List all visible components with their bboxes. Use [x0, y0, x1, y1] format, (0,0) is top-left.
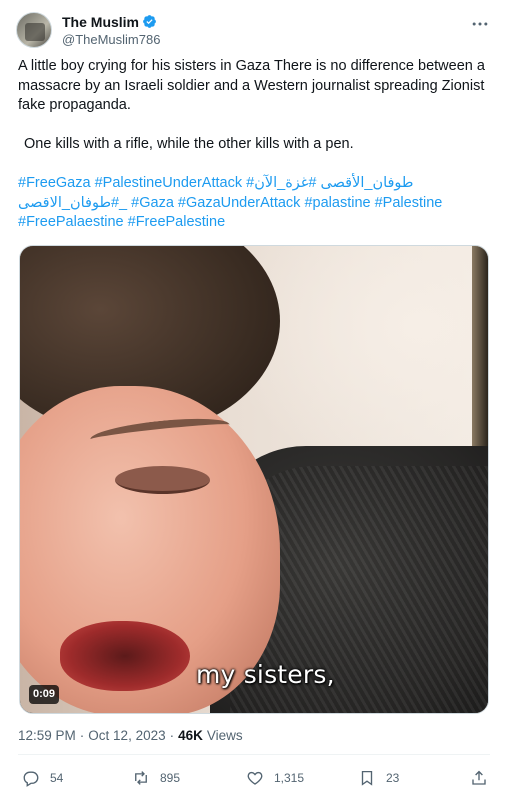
tweet-text: A little boy crying for his sisters in G…: [18, 57, 492, 233]
avatar[interactable]: [16, 12, 52, 48]
repost-button[interactable]: 895: [132, 764, 180, 792]
handle[interactable]: @TheMuslim786: [62, 31, 160, 48]
display-name[interactable]: The Muslim: [62, 14, 139, 30]
tweet-meta: 12:59 PM · Oct 12, 2023 · 46K Views: [18, 728, 243, 743]
verified-badge-icon: [143, 15, 156, 28]
hashtag-link[interactable]: #غزة_الآن: [254, 175, 316, 191]
like-count: 1,315: [274, 771, 305, 785]
more-options-icon[interactable]: [470, 14, 490, 34]
hashtag-link[interactable]: #GazaUnderAttack: [178, 195, 301, 211]
tweet-paragraph-2: One kills with a rifle, while the other …: [24, 136, 354, 152]
hashtag-link[interactable]: #Palestine: [375, 195, 443, 211]
divider: [18, 754, 490, 755]
video-player[interactable]: my sisters, 0:09: [19, 245, 489, 714]
repost-count: 895: [160, 771, 181, 785]
repost-icon: [135, 771, 147, 785]
action-bar: 54 895 1,315 23: [18, 764, 490, 792]
share-icon: [472, 770, 486, 785]
meta-separator: ·: [169, 728, 175, 743]
reply-button[interactable]: 54: [22, 764, 63, 792]
author-names: The Muslim @TheMuslim786: [62, 12, 160, 48]
hashtag-link[interactable]: #طوفان_الاقصى_: [18, 195, 127, 211]
tweet-time[interactable]: 12:59 PM: [18, 728, 76, 743]
hashtag-link[interactable]: #FreePalestine: [128, 214, 226, 230]
tweet-paragraph-1: A little boy crying for his sisters in G…: [18, 58, 485, 113]
bookmark-count: 23: [386, 771, 400, 785]
reply-icon: [23, 771, 39, 787]
hashtag-link[interactable]: #FreePalaestine: [18, 214, 124, 230]
tweet-header: The Muslim @TheMuslim786: [16, 8, 492, 52]
views-label: Views: [206, 728, 243, 743]
reply-count: 54: [50, 771, 64, 785]
tweet-date[interactable]: Oct 12, 2023: [88, 728, 165, 743]
hashtag-list: #FreeGaza #PalestineUnderAttack #طوفان_ا…: [18, 174, 492, 233]
video-caption: my sisters,: [196, 660, 335, 689]
video-duration-badge: 0:09: [29, 685, 60, 704]
bookmark-button[interactable]: 23: [358, 764, 399, 792]
views-count: 46K: [178, 728, 203, 743]
like-button[interactable]: 1,315: [246, 764, 304, 792]
name-row: The Muslim: [62, 13, 160, 31]
hashtag-link[interactable]: #PalestineUnderAttack: [95, 175, 243, 191]
hashtag-link[interactable]: #palastine: [304, 195, 370, 211]
share-button[interactable]: [470, 764, 488, 792]
heart-icon: [247, 771, 263, 785]
hashtag-link[interactable]: #FreeGaza: [18, 175, 91, 191]
hashtag-link[interactable]: #Gaza: [131, 195, 174, 211]
meta-separator: ·: [79, 728, 85, 743]
bookmark-icon: [361, 770, 373, 786]
video-eye: [115, 466, 210, 494]
video-mouth: [60, 621, 190, 691]
